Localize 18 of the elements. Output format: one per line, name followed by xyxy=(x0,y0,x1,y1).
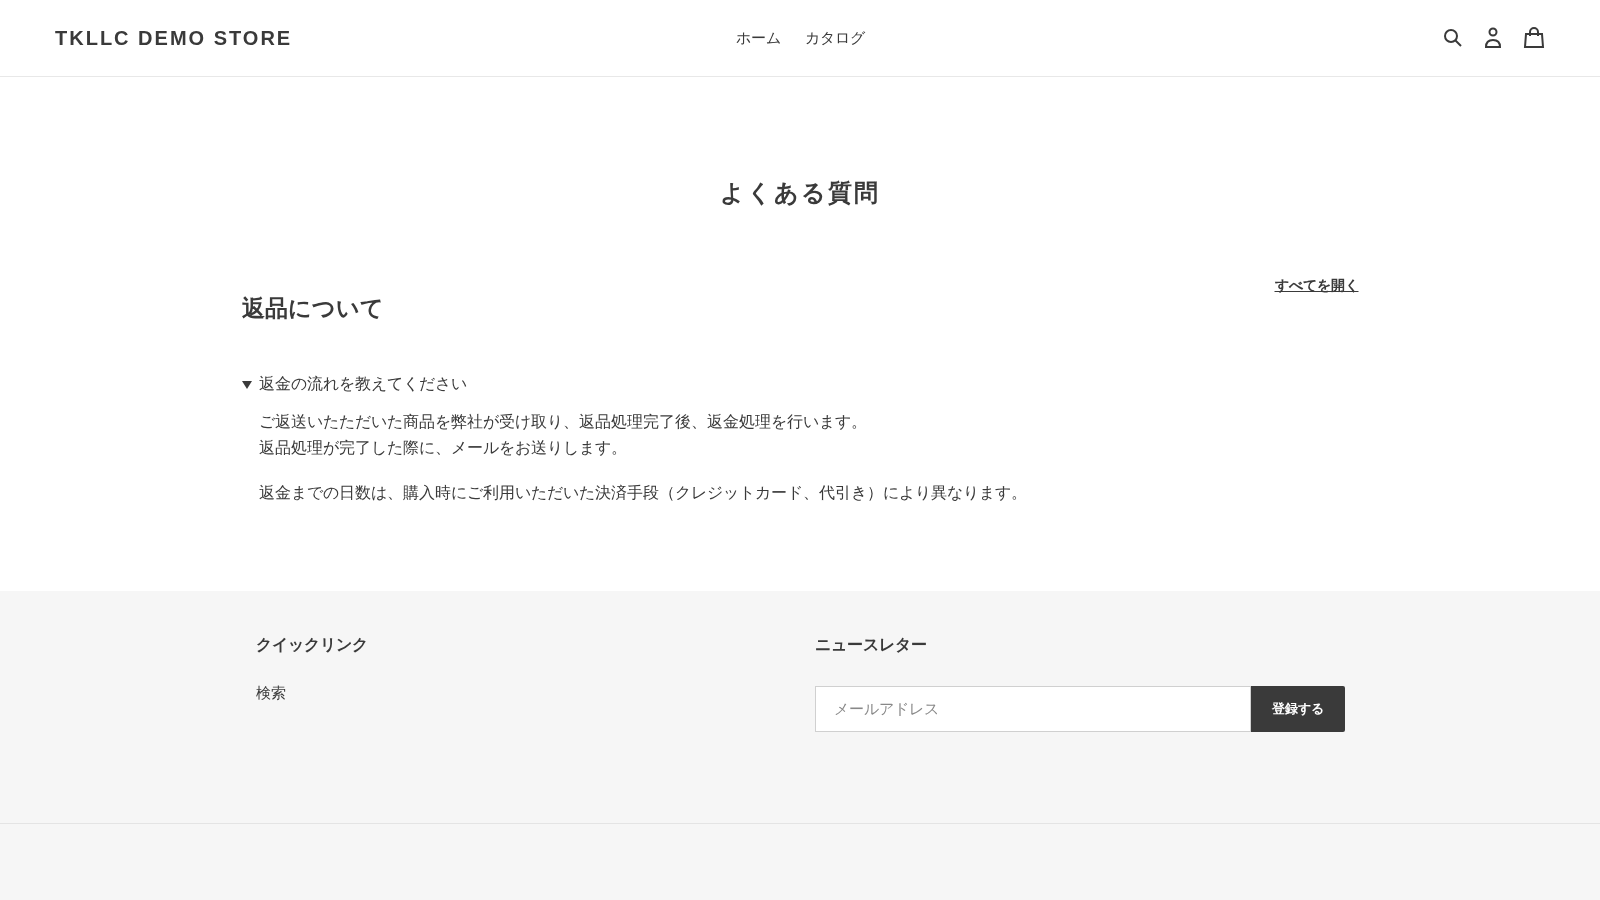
answer-paragraph: ご返送いたただいた商品を弊社が受け取り、返品処理完了後、返金処理を行います。 返品処理が完了した際に、メールをお送りします。 xyxy=(258,411,868,459)
expand-all-link[interactable]: すべてを開く xyxy=(1274,277,1359,295)
answer-paragraph: 返金までの日数は、購入時にご利用いただいた決済手段（クレジットカード、代引き）により異なります。 xyxy=(258,482,1028,504)
store-logo[interactable]: TKLLC DEMO STORE xyxy=(55,26,736,50)
page-title: よくある質問 xyxy=(719,178,881,209)
section-title: 返品について xyxy=(241,294,385,323)
footer-link[interactable]: 検索 xyxy=(256,684,815,703)
footer-heading: ニュースレター xyxy=(815,635,928,656)
faq-question[interactable]: 返金の流れを教えてください xyxy=(258,374,467,395)
nav-link[interactable]: ホーム xyxy=(736,28,781,48)
search-icon[interactable] xyxy=(1443,28,1463,48)
footer-heading: クイックリンク xyxy=(256,635,369,656)
person-icon[interactable] xyxy=(1483,27,1503,49)
nav-link[interactable]: カタログ xyxy=(805,28,865,48)
disclosure-triangle-icon[interactable] xyxy=(241,379,252,390)
shopping-bag-icon[interactable] xyxy=(1523,27,1545,49)
subscribe-button[interactable]: 登録する xyxy=(1251,686,1345,732)
email-field[interactable]: メールアドレス xyxy=(815,686,1251,732)
